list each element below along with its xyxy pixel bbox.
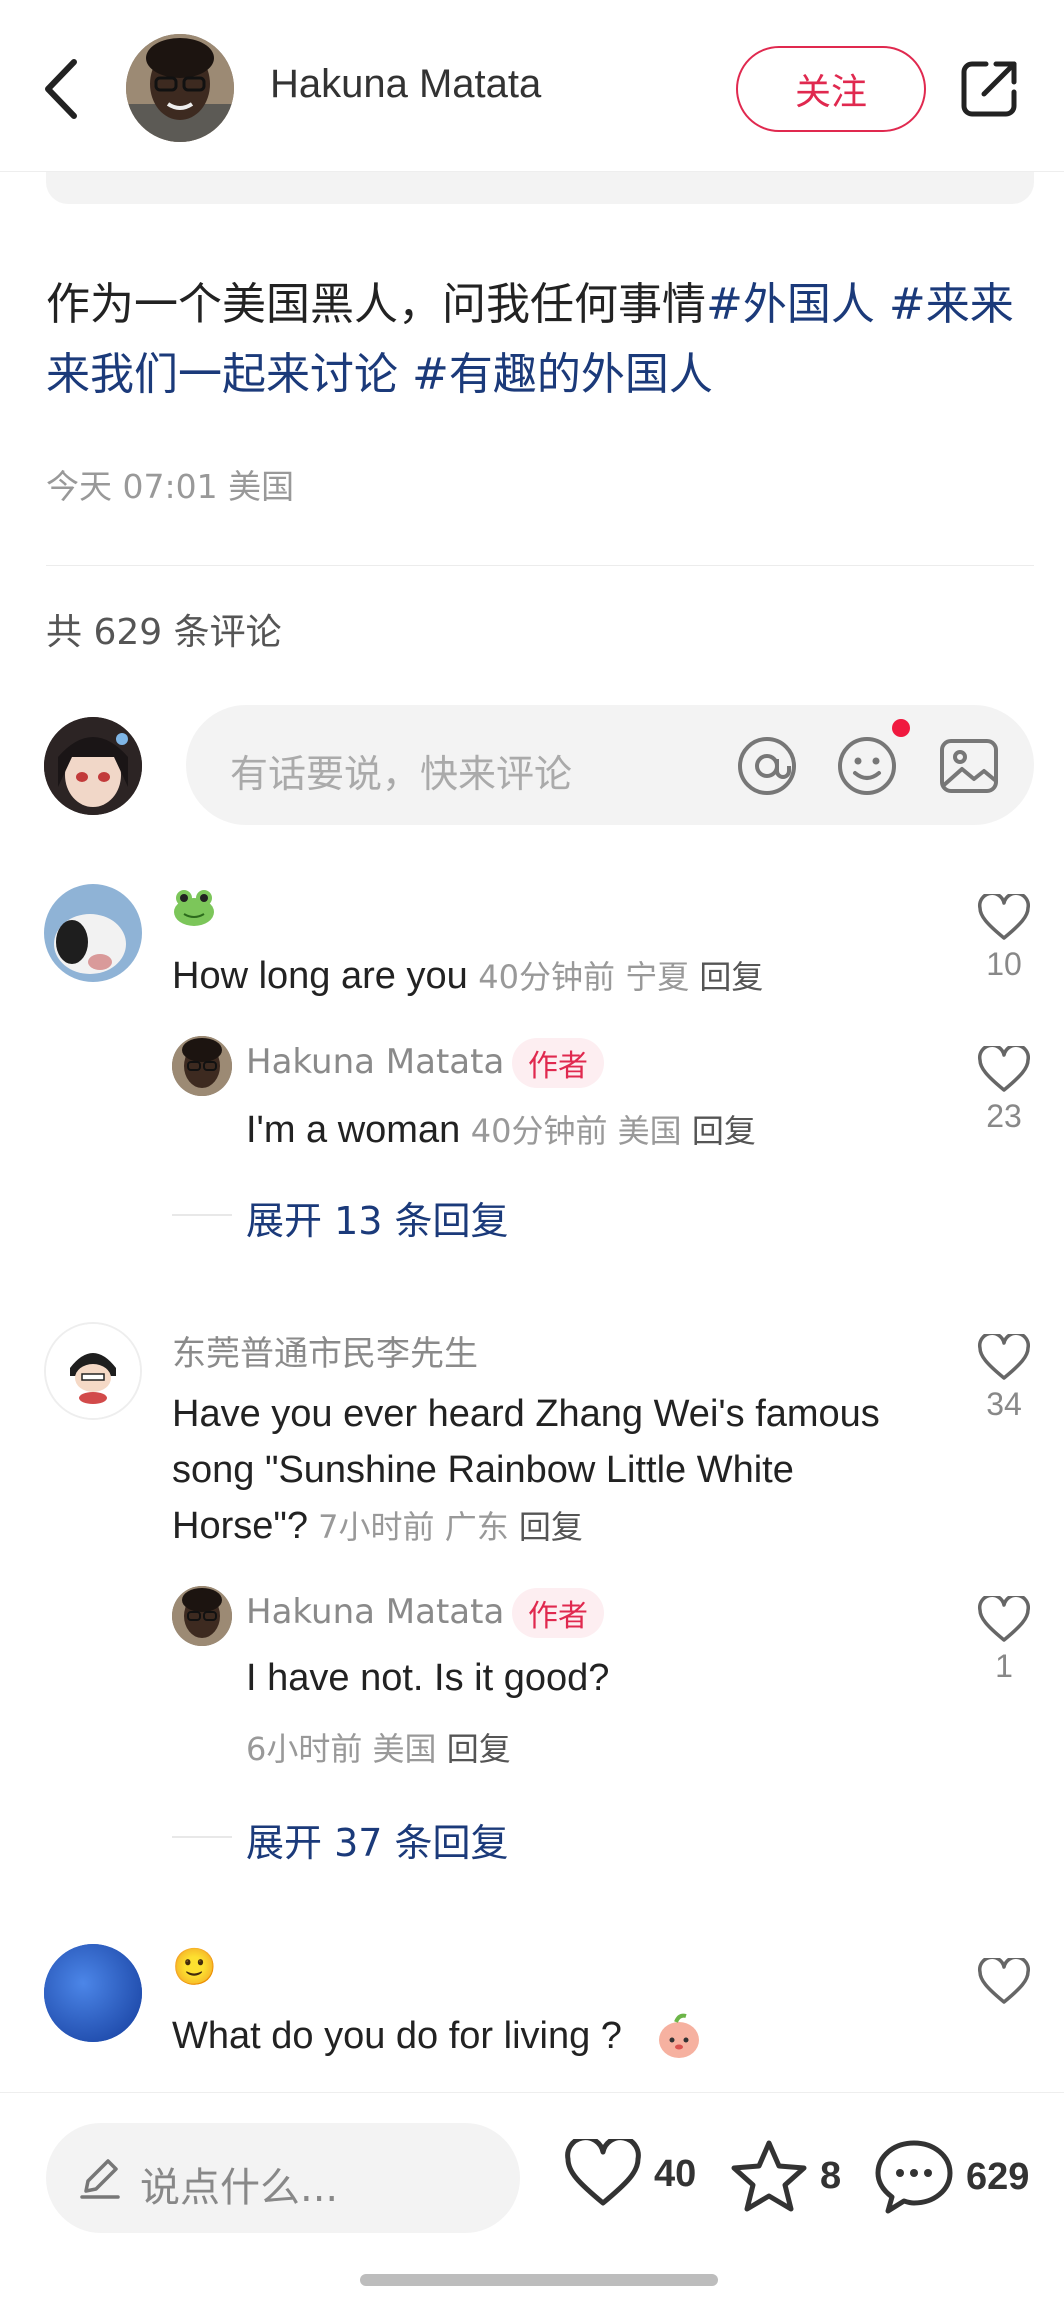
comment-text-line: Horse"? bbox=[172, 1505, 308, 1547]
like-button[interactable]: 1 bbox=[974, 1596, 1034, 1685]
comment-count: 共 629 条评论 bbox=[46, 612, 282, 653]
post-body: 作为一个美国黑人，问我任何事情#外国人 #来来来我们一起来讨论 #有趣的外国人 bbox=[46, 270, 1026, 410]
reply-meta: 6小时前 美国 回复 bbox=[246, 1724, 511, 1770]
divider bbox=[46, 565, 1034, 566]
back-icon[interactable] bbox=[40, 56, 84, 122]
like-button[interactable]: 34 bbox=[974, 1334, 1034, 1423]
expand-replies-button[interactable]: 展开 37 条回复 bbox=[246, 1812, 509, 1867]
pencil-icon bbox=[76, 2153, 124, 2205]
top-bar: Hakuna Matata 关注 bbox=[0, 0, 1064, 172]
comment-time-location: 7小时前 广东 bbox=[318, 1508, 519, 1546]
comment-meta: 40分钟前 宁夏 回复 bbox=[478, 958, 763, 996]
like-count: 1 bbox=[995, 1648, 1013, 1684]
comment-text-line: Have you ever heard Zhang Wei's famous bbox=[172, 1393, 880, 1435]
comment-text: What do you do for living ? bbox=[172, 2015, 622, 2057]
collect-post-button[interactable]: 8 bbox=[730, 2139, 841, 2213]
reply-avatar[interactable] bbox=[172, 1586, 232, 1646]
comment-post-button[interactable]: 629 bbox=[874, 2139, 1029, 2215]
heart-icon bbox=[978, 1046, 1030, 1092]
comment-text-body: How long are you bbox=[172, 955, 468, 997]
reply-button[interactable]: 回复 bbox=[692, 1112, 756, 1150]
reply-meta: 40分钟前 美国 回复 bbox=[471, 1112, 756, 1150]
commenter-avatar[interactable] bbox=[44, 1322, 142, 1420]
reply-button[interactable]: 回复 bbox=[447, 1730, 511, 1768]
peach-emoji-icon bbox=[656, 2012, 702, 2060]
like-button[interactable]: 23 bbox=[974, 1046, 1034, 1135]
post-meta: 今天 07:01 美国 bbox=[46, 467, 295, 506]
heart-icon bbox=[978, 1334, 1030, 1380]
author-badge: 作者 bbox=[512, 1038, 604, 1088]
comment-text: How long are you 40分钟前 宁夏 回复 bbox=[172, 948, 932, 1005]
reply-time-location: 40分钟前 美国 bbox=[470, 1112, 692, 1150]
expand-line bbox=[172, 1836, 232, 1838]
like-count: 34 bbox=[986, 1386, 1022, 1422]
expand-replies-button[interactable]: 展开 13 条回复 bbox=[246, 1190, 509, 1245]
home-indicator[interactable] bbox=[360, 2274, 718, 2286]
share-icon[interactable] bbox=[960, 58, 1020, 118]
commenter-avatar[interactable] bbox=[44, 884, 142, 982]
post-text: 作为一个美国黑人，问我任何事情 bbox=[46, 279, 706, 330]
at-icon[interactable] bbox=[736, 735, 798, 797]
reply-text-body: I'm a woman bbox=[246, 1109, 461, 1151]
heart-icon bbox=[978, 894, 1030, 940]
author-avatar[interactable] bbox=[126, 34, 234, 142]
comment-input[interactable]: 有话要说，快来评论 bbox=[186, 705, 1034, 825]
star-icon bbox=[731, 2140, 807, 2212]
comment-text: Have you ever heard Zhang Wei's famous s… bbox=[172, 1386, 932, 1555]
author-name[interactable]: Hakuna Matata bbox=[270, 62, 541, 107]
reply-avatar[interactable] bbox=[172, 1036, 232, 1096]
comment-text-line: song "Sunshine Rainbow Little White bbox=[172, 1449, 794, 1491]
heart-icon bbox=[978, 1596, 1030, 1642]
heart-icon bbox=[978, 1958, 1030, 2004]
say-placeholder: 说点什么... bbox=[140, 2165, 339, 2211]
post-star-count: 8 bbox=[820, 2154, 842, 2197]
like-count: 10 bbox=[986, 946, 1022, 982]
post-image-edge bbox=[46, 172, 1034, 204]
comment-placeholder: 有话要说，快来评论 bbox=[230, 752, 573, 796]
reply-time-location: 6小时前 美国 bbox=[246, 1730, 447, 1768]
commenter-name[interactable]: 东莞普通市民李先生 bbox=[172, 1326, 478, 1375]
comment-meta: 7小时前 广东 回复 bbox=[308, 1508, 583, 1546]
follow-button[interactable]: 关注 bbox=[736, 46, 926, 132]
author-badge: 作者 bbox=[512, 1588, 604, 1638]
my-avatar bbox=[44, 717, 142, 815]
image-icon[interactable] bbox=[938, 735, 1000, 797]
expand-line bbox=[172, 1214, 232, 1216]
like-button[interactable]: 10 bbox=[974, 894, 1034, 983]
commenter-name[interactable]: 🙂 bbox=[172, 1946, 217, 1988]
like-count: 23 bbox=[986, 1098, 1022, 1134]
reply-text: I'm a woman 40分钟前 美国 回复 bbox=[246, 1102, 946, 1159]
reply-button[interactable]: 回复 bbox=[519, 1508, 583, 1546]
notification-dot bbox=[892, 719, 910, 737]
emoji-icon[interactable] bbox=[836, 735, 898, 797]
post-like-count: 40 bbox=[654, 2152, 697, 2195]
frog-emoji-icon bbox=[172, 888, 216, 928]
say-something-input[interactable]: 说点什么... bbox=[46, 2123, 520, 2233]
like-post-button[interactable]: 40 bbox=[564, 2139, 696, 2209]
reply-author-name[interactable]: Hakuna Matata bbox=[246, 1042, 504, 1082]
chat-icon bbox=[875, 2140, 953, 2214]
reply-author-name[interactable]: Hakuna Matata bbox=[246, 1592, 504, 1632]
reply-button[interactable]: 回复 bbox=[699, 958, 763, 996]
reply-text: I have not. Is it good? bbox=[246, 1657, 610, 1699]
commenter-avatar[interactable] bbox=[44, 1944, 142, 2042]
heart-icon bbox=[565, 2139, 641, 2206]
like-button[interactable] bbox=[974, 1958, 1034, 2006]
post-comment-count: 629 bbox=[966, 2155, 1030, 2198]
comment-time-location: 40分钟前 宁夏 bbox=[478, 958, 700, 996]
